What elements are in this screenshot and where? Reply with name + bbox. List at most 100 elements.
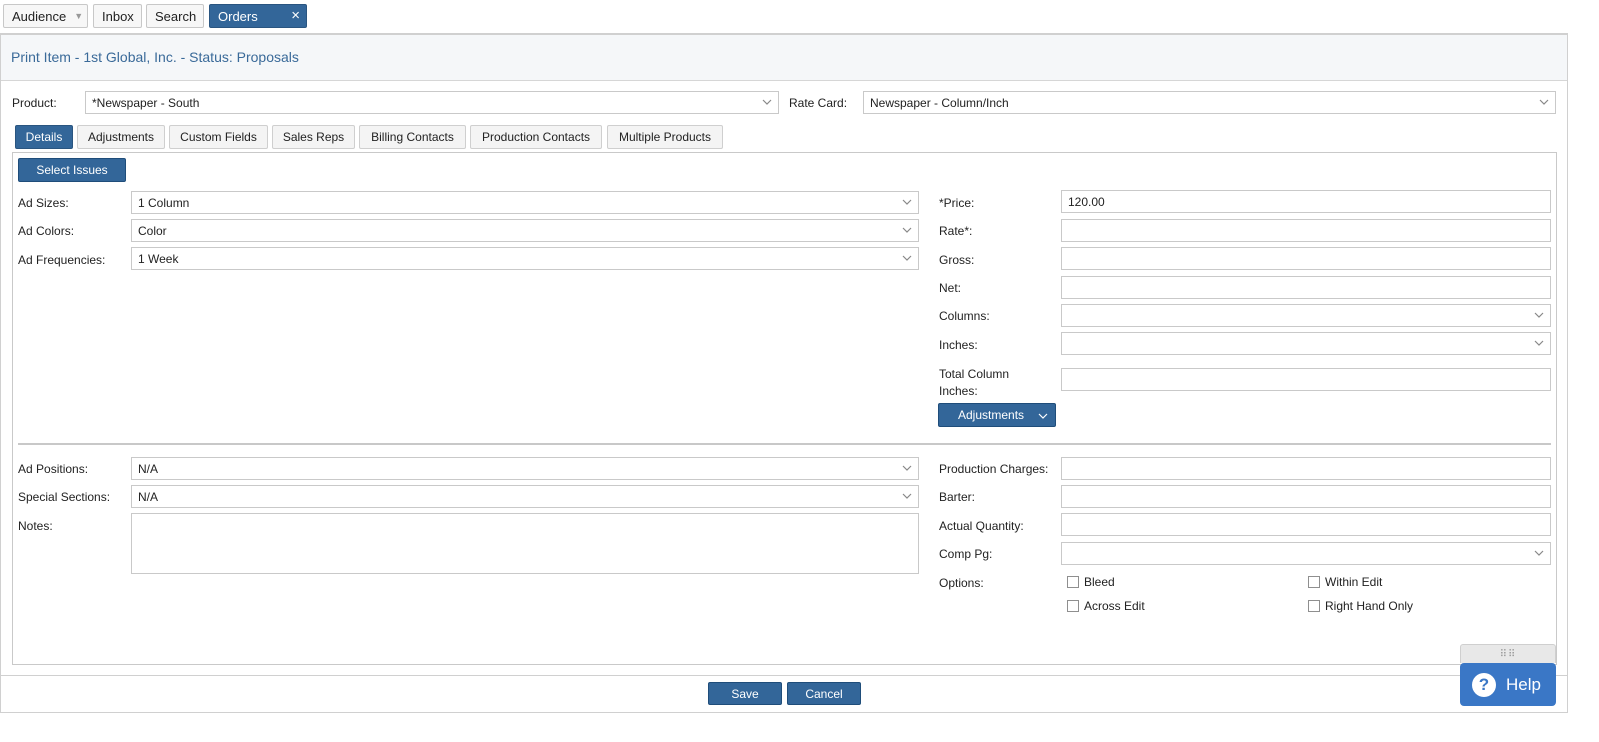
columns-select[interactable] [1061,304,1551,327]
adjustments-button-label: Adjustments [958,408,1025,422]
total-column-inches-label-line2: Inches: [939,384,978,398]
rate-input[interactable] [1061,219,1551,242]
tab-custom-fields[interactable]: Custom Fields [169,125,268,149]
help-button[interactable]: ? Help [1460,663,1556,706]
page-title: Print Item - 1st Global, Inc. - Status: … [11,49,299,65]
ad-colors-value: Color [138,223,167,238]
tab-orders[interactable]: Orders × [209,4,307,28]
cancel-label: Cancel [805,686,843,701]
tab-billing-contacts[interactable]: Billing Contacts [359,125,466,149]
product-select[interactable]: *Newspaper - South [85,91,779,114]
tab-search-label: Search [155,8,197,24]
chevron-down-icon [902,252,912,264]
help-icon: ? [1472,672,1496,697]
help-drag-handle[interactable]: ⠿⠿ [1460,644,1556,663]
within-edit-checkbox[interactable] [1308,576,1320,588]
help-label: Help [1506,674,1541,694]
special-sections-select[interactable]: N/A [131,485,919,508]
tab-audience[interactable]: Audience ▼ [3,4,88,28]
chevron-down-icon [902,224,912,236]
total-column-inches-label: Total Column Inches: [939,366,1009,400]
within-edit-label: Within Edit [1325,575,1383,589]
ad-positions-label: Ad Positions: [18,462,89,476]
net-input[interactable] [1061,276,1551,299]
grip-icon: ⠿⠿ [1499,648,1517,660]
tab-details[interactable]: Details [15,125,73,149]
gross-label: Gross: [939,253,975,267]
ad-sizes-value: 1 Column [138,195,190,210]
ad-frequencies-select[interactable]: 1 Week [131,247,919,270]
chevron-down-icon [762,96,772,108]
total-column-inches-label-line1: Total Column [939,367,1010,381]
chevron-down-icon [902,462,912,474]
ad-positions-value: N/A [138,461,159,476]
gross-input[interactable] [1061,247,1551,270]
tab-search[interactable]: Search [146,4,204,28]
inches-select[interactable] [1061,332,1551,355]
special-sections-value: N/A [138,489,159,504]
rate-card-label: Rate Card: [789,96,848,110]
right-hand-only-label: Right Hand Only [1325,599,1414,613]
tab-sales-reps[interactable]: Sales Reps [272,125,355,149]
ad-colors-select[interactable]: Color [131,219,919,242]
across-edit-checkbox[interactable] [1067,600,1079,612]
price-value: 120.00 [1068,194,1105,209]
production-charges-input[interactable] [1061,457,1551,480]
actual-quantity-input[interactable] [1061,513,1551,536]
tab-orders-label: Orders [218,8,258,24]
ad-colors-label: Ad Colors: [18,224,75,238]
barter-label: Barter: [939,490,976,504]
product-value: *Newspaper - South [92,95,200,110]
tab-multiple-products[interactable]: Multiple Products [607,125,723,149]
save-label: Save [731,686,759,701]
cancel-button[interactable]: Cancel [787,682,861,705]
total-column-inches-input[interactable] [1061,368,1551,391]
tab-adjustments[interactable]: Adjustments [77,125,165,149]
ad-frequencies-value: 1 Week [138,251,179,266]
save-button[interactable]: Save [708,682,782,705]
bleed-checkbox[interactable] [1067,576,1079,588]
tab-details-label: Details [25,130,63,144]
actual-quantity-label: Actual Quantity: [939,519,1024,533]
notes-textarea[interactable] [131,513,919,574]
rate-card-select[interactable]: Newspaper - Column/Inch [863,91,1556,114]
across-edit-label: Across Edit [1084,599,1145,613]
chevron-down-icon [1534,547,1544,559]
product-label: Product: [12,96,57,110]
adjustments-dropdown-button[interactable]: Adjustments [938,403,1056,427]
ad-positions-select[interactable]: N/A [131,457,919,480]
right-hand-only-checkbox[interactable] [1308,600,1320,612]
tab-audience-label: Audience [12,8,67,24]
ad-sizes-label: Ad Sizes: [18,196,69,210]
close-icon[interactable]: × [291,8,300,23]
select-issues-button[interactable]: Select Issues [18,158,126,182]
chevron-down-icon [1534,309,1544,321]
tab-adjustments-label: Adjustments [87,130,155,144]
chevron-down-icon [1534,337,1544,349]
production-charges-label: Production Charges: [939,462,1049,476]
bleed-label: Bleed [1084,575,1115,589]
rate-card-value: Newspaper - Column/Inch [870,95,1009,110]
select-issues-label: Select Issues [36,163,108,177]
chevron-down-icon: ▼ [74,11,84,21]
columns-label: Columns: [939,309,990,323]
chevron-down-icon [902,196,912,208]
options-label: Options: [939,576,984,590]
tab-billing-contacts-label: Billing Contacts [371,130,454,144]
comp-pg-select[interactable] [1061,542,1551,565]
tab-production-contacts[interactable]: Production Contacts [470,125,602,149]
net-label: Net: [939,281,962,295]
special-sections-label: Special Sections: [18,490,111,504]
barter-input[interactable] [1061,485,1551,508]
ad-sizes-select[interactable]: 1 Column [131,191,919,214]
comp-pg-label: Comp Pg: [939,547,993,561]
price-input[interactable]: 120.00 [1061,190,1551,213]
ad-frequencies-label: Ad Frequencies: [18,253,106,267]
tab-multiple-products-label: Multiple Products [618,130,712,144]
section-divider [18,443,1551,445]
tab-inbox-label: Inbox [102,8,134,24]
rate-label: Rate*: [939,224,973,238]
notes-label: Notes: [18,519,53,533]
tab-inbox[interactable]: Inbox [93,4,142,28]
chevron-down-icon [902,490,912,502]
